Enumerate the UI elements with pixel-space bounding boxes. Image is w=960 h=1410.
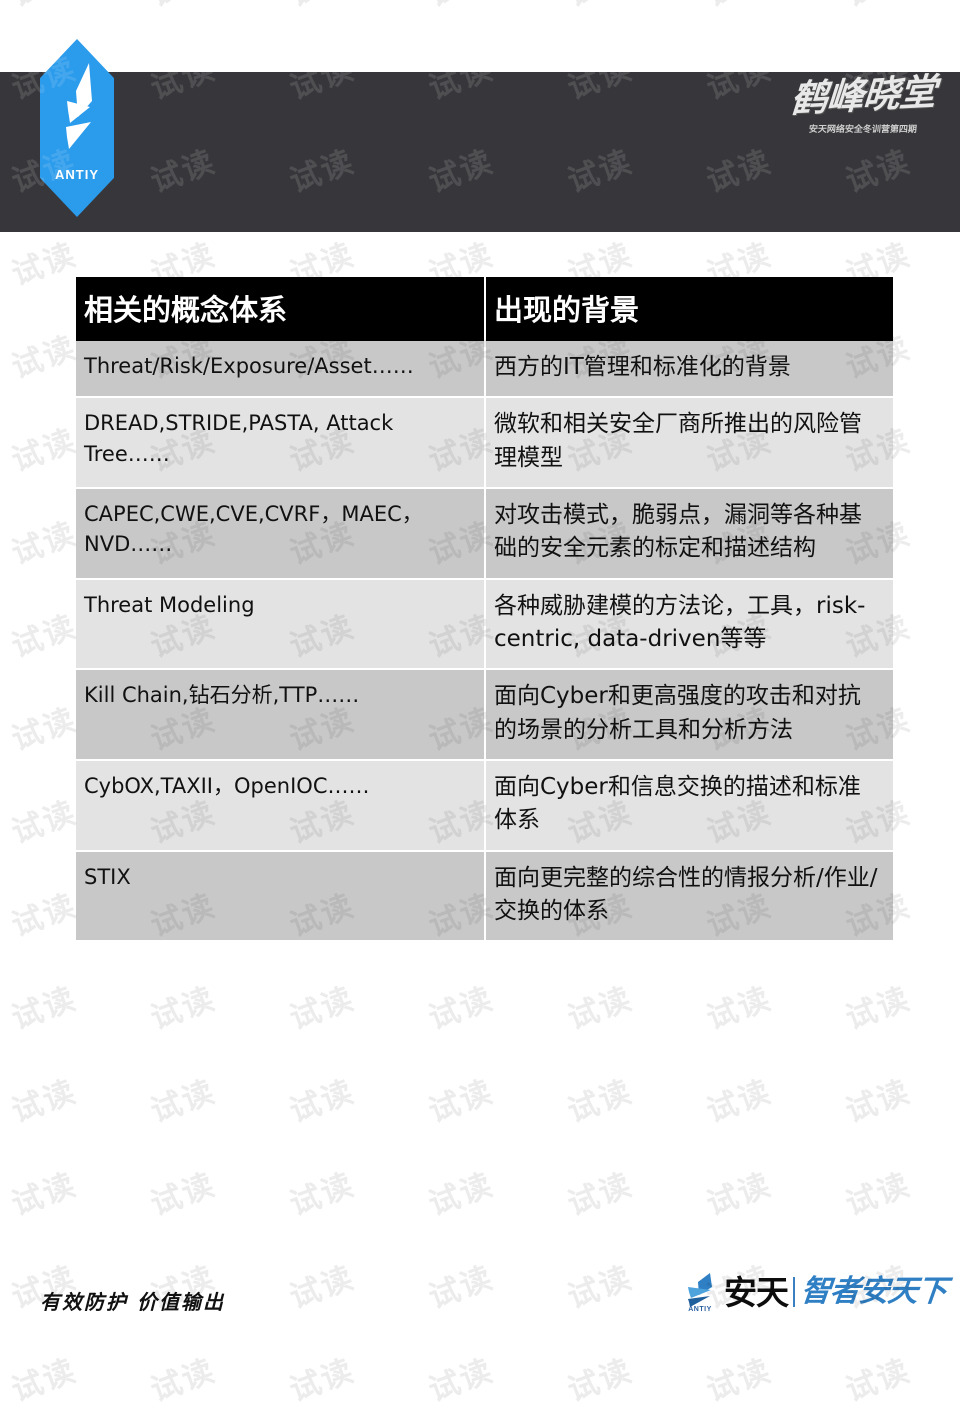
- watermark-text: 试读: [421, 0, 498, 15]
- column-header-background: 出现的背景: [485, 277, 893, 341]
- footer-tagline: 智者安天下: [799, 1274, 948, 1309]
- cell-concept-term: CAPEC,CWE,CVE,CVRF，MAEC，NVD……: [76, 488, 486, 580]
- cell-concept-term: STIX: [76, 850, 486, 943]
- watermark-text: 试读: [702, 1073, 777, 1130]
- watermark-text: 试读: [285, 1259, 360, 1316]
- concept-system-table: 相关的概念体系 出现的背景 Threat/Risk/Exposure/Asset…: [76, 277, 893, 943]
- watermark-text: 试读: [4, 0, 81, 15]
- watermark-text: 试读: [7, 887, 82, 944]
- watermark-text: 试读: [146, 980, 221, 1037]
- antiy-wordmark: ANTIY: [55, 167, 99, 182]
- cell-background-context: 对攻击模式，脆弱点，漏洞等各种基础的安全元素的标定和描述结构: [485, 488, 893, 580]
- watermark-text: 试读: [146, 1352, 221, 1409]
- watermark-text: 试读: [7, 515, 82, 572]
- table-row: Threat Modeling 各种威胁建模的方法论，工具，risk-centri…: [76, 578, 893, 671]
- footer-brand-name: 安天: [724, 1272, 789, 1312]
- calligraphy-subtitle: 安天网络安全冬训营第四期: [808, 124, 918, 135]
- table-row: DREAD,STRIDE,PASTA, Attack Tree…… 微软和相关安全…: [76, 397, 893, 490]
- cell-concept-term: Threat Modeling: [76, 578, 486, 671]
- table-row: CAPEC,CWE,CVE,CVRF，MAEC，NVD…… 对攻击模式，脆弱点，漏…: [76, 488, 893, 580]
- watermark-text: 试读: [424, 1166, 499, 1223]
- watermark-text: 试读: [285, 1073, 360, 1130]
- watermark-text: 试读: [143, 0, 220, 15]
- watermark-text: 试读: [560, 0, 637, 15]
- watermark-text: 试读: [841, 1166, 916, 1223]
- table-row: CybOX,TAXII，OpenIOC…… 面向Cyber和信息交换的描述和标准体…: [76, 760, 893, 852]
- watermark-text: 试读: [146, 1166, 221, 1223]
- watermark-text: 试读: [7, 980, 82, 1037]
- cell-background-context: 微软和相关安全厂商所推出的风险管理模型: [485, 397, 893, 490]
- watermark-text: 试读: [841, 980, 916, 1037]
- watermark-text: 试读: [702, 980, 777, 1037]
- watermark-text: 试读: [702, 1352, 777, 1409]
- watermark-text: 试读: [7, 1352, 82, 1409]
- watermark-text: 试读: [563, 1352, 638, 1409]
- watermark-text: 试读: [424, 1073, 499, 1130]
- watermark-text: 试读: [424, 1259, 499, 1316]
- watermark-text: 试读: [7, 329, 82, 386]
- watermark-text: 试读: [7, 608, 82, 665]
- table-row: Threat/Risk/Exposure/Asset…… 西方的IT管理和标准化的…: [76, 341, 893, 399]
- watermark-text: 试读: [146, 1073, 221, 1130]
- cell-background-context: 面向更完整的综合性的情报分析/作业/交换的体系: [485, 850, 893, 943]
- watermark-text: 试读: [7, 422, 82, 479]
- watermark-text: 试读: [424, 1352, 499, 1409]
- watermark-text: 试读: [7, 701, 82, 758]
- cell-background-context: 西方的IT管理和标准化的背景: [485, 341, 893, 399]
- cell-concept-term: Kill Chain,钻石分析,TTP……: [76, 669, 486, 762]
- watermark-text: 试读: [563, 1166, 638, 1223]
- footer-divider: [793, 1277, 795, 1307]
- watermark-text: 试读: [7, 1073, 82, 1130]
- antiy-footer-wordmark: ANTIY: [688, 1306, 712, 1313]
- footer-antiy-logo: ANTIY 安天 智者安天下: [680, 1268, 948, 1316]
- cell-background-context: 各种威胁建模的方法论，工具，risk-centric, data-driven等…: [485, 578, 893, 671]
- watermark-text: 试读: [838, 0, 915, 15]
- table-row: Kill Chain,钻石分析,TTP…… 面向Cyber和更高强度的攻击和对抗的…: [76, 669, 893, 762]
- watermark-text: 试读: [702, 1166, 777, 1223]
- watermark-text: 试读: [841, 1352, 916, 1409]
- cell-background-context: 面向Cyber和更高强度的攻击和对抗的场景的分析工具和分析方法: [485, 669, 893, 762]
- watermark-text: 试读: [563, 980, 638, 1037]
- watermark-text: 试读: [563, 1073, 638, 1130]
- footer-slogan: 有效防护 价值输出: [40, 1290, 225, 1314]
- calligraphy-main-title: 鹤峰晓堂: [789, 69, 937, 121]
- calligraphy-title-block: 鹤峰晓堂 安天网络安全冬训营第四期: [788, 69, 938, 176]
- watermark-text: 试读: [285, 1352, 360, 1409]
- watermark-text: 试读: [282, 0, 359, 15]
- cell-background-context: 面向Cyber和信息交换的描述和标准体系: [485, 760, 893, 852]
- cell-concept-term: Threat/Risk/Exposure/Asset……: [76, 341, 486, 399]
- watermark-text: 试读: [424, 980, 499, 1037]
- antiy-footer-wing-icon: ANTIY: [680, 1271, 720, 1313]
- table-header-row: 相关的概念体系 出现的背景: [76, 277, 893, 341]
- watermark-text: 试读: [285, 1166, 360, 1223]
- table-row: STIX 面向更完整的综合性的情报分析/作业/交换的体系: [76, 850, 893, 943]
- watermark-text: 试读: [7, 1166, 82, 1223]
- table-body: Threat/Risk/Exposure/Asset…… 西方的IT管理和标准化的…: [76, 341, 893, 943]
- watermark-text: 试读: [285, 980, 360, 1037]
- cell-concept-term: DREAD,STRIDE,PASTA, Attack Tree……: [76, 397, 486, 490]
- watermark-text: 试读: [7, 794, 82, 851]
- watermark-text: 试读: [841, 1073, 916, 1130]
- watermark-text: 试读: [563, 1259, 638, 1316]
- watermark-text: 试读: [699, 0, 776, 15]
- antiy-wing-icon: [66, 63, 92, 149]
- watermark-text: 试读: [7, 236, 82, 293]
- column-header-concept: 相关的概念体系: [76, 277, 486, 341]
- cell-concept-term: CybOX,TAXII，OpenIOC……: [76, 760, 486, 852]
